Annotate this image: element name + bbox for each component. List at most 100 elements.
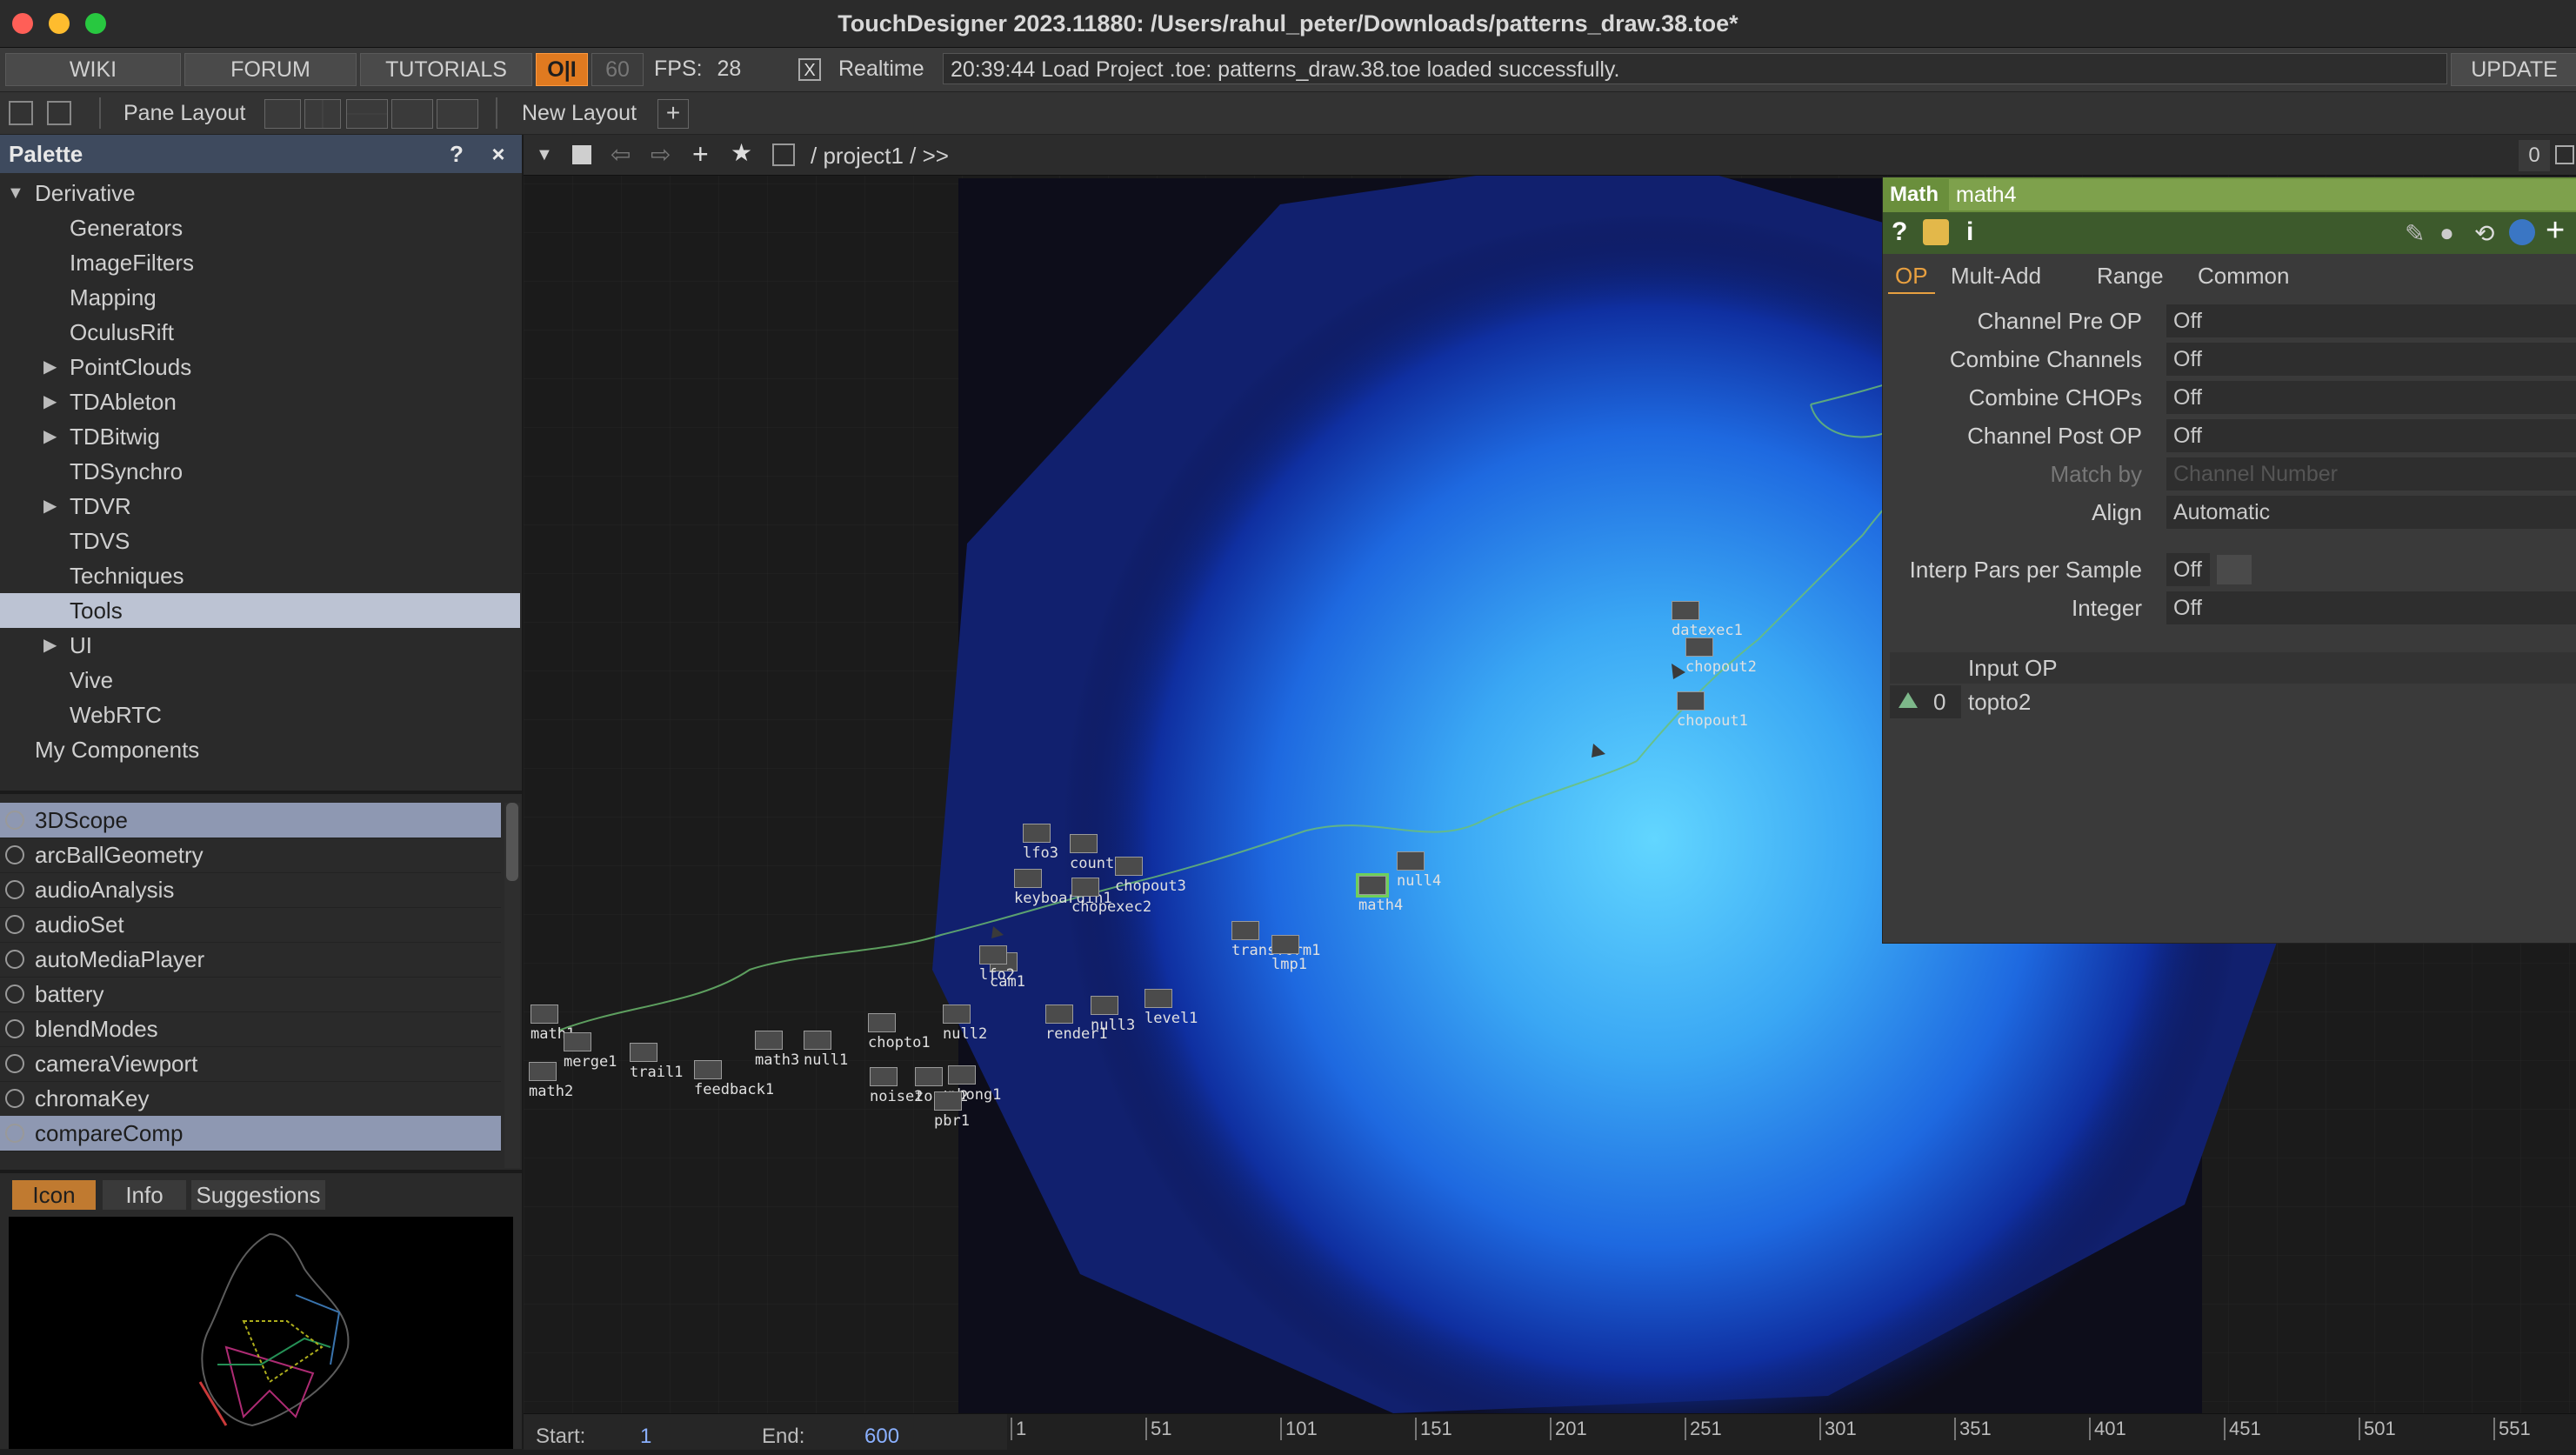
network-index-field[interactable]: 0 bbox=[2519, 140, 2550, 171]
param-value-menu[interactable]: Off bbox=[2166, 591, 2576, 624]
network-node[interactable]: chopout3 bbox=[1115, 857, 1186, 895]
home-icon[interactable] bbox=[772, 143, 795, 166]
param-value-menu[interactable]: Off bbox=[2166, 419, 2576, 452]
forward-arrow-icon[interactable]: ⇨ bbox=[651, 140, 677, 169]
param-value-menu[interactable]: Automatic bbox=[2166, 496, 2576, 529]
node-tile[interactable] bbox=[1045, 1004, 1073, 1024]
add-layout-button[interactable]: + bbox=[657, 99, 689, 129]
tree-item-imagefilters[interactable]: ImageFilters bbox=[0, 245, 520, 280]
tree-item-tdsynchro[interactable]: TDSynchro bbox=[0, 454, 520, 489]
node-tile[interactable] bbox=[1145, 989, 1172, 1008]
python-help-icon[interactable] bbox=[1923, 219, 1949, 245]
node-tile[interactable] bbox=[1071, 878, 1099, 897]
chevron-right-icon[interactable]: ▶ bbox=[43, 350, 57, 384]
network-node[interactable]: null2 bbox=[943, 1004, 987, 1043]
network-node[interactable]: level1 bbox=[1145, 989, 1198, 1027]
forum-button[interactable]: FORUM bbox=[184, 53, 357, 86]
node-tile[interactable] bbox=[1023, 824, 1051, 843]
node-tile[interactable] bbox=[1672, 601, 1699, 620]
network-node[interactable]: math4 bbox=[1356, 873, 1403, 914]
node-tile[interactable] bbox=[934, 1091, 962, 1111]
node-tile[interactable] bbox=[870, 1067, 898, 1086]
chevron-down-icon[interactable]: ▼ bbox=[7, 176, 24, 210]
component-scrollbar[interactable] bbox=[504, 803, 520, 1168]
tab-icon[interactable]: Icon bbox=[12, 1180, 96, 1210]
tree-item-generators[interactable]: Generators bbox=[0, 210, 520, 245]
tree-item-derivative[interactable]: ▼ Derivative bbox=[0, 176, 520, 210]
node-tile[interactable] bbox=[804, 1031, 831, 1050]
comment-icon[interactable]: ● bbox=[2439, 219, 2454, 247]
stop-icon[interactable] bbox=[572, 145, 591, 164]
chevron-right-icon[interactable]: ▶ bbox=[43, 489, 57, 524]
component-item[interactable]: blendModes bbox=[0, 1011, 501, 1047]
component-item[interactable]: autoMediaPlayer bbox=[0, 942, 501, 978]
fps-target-field[interactable]: 60 bbox=[591, 53, 644, 86]
palette-close-button[interactable]: × bbox=[484, 135, 513, 173]
tab-suggestions[interactable]: Suggestions bbox=[191, 1180, 325, 1210]
tab-common[interactable]: Common bbox=[2191, 259, 2296, 292]
node-tile[interactable] bbox=[531, 1004, 558, 1024]
realtime-checkbox[interactable]: X bbox=[798, 58, 821, 81]
star-icon[interactable]: ★ bbox=[731, 138, 757, 167]
tree-item-tools[interactable]: Tools bbox=[0, 593, 520, 628]
param-value-menu[interactable]: Off bbox=[2166, 381, 2576, 414]
wiki-button[interactable]: WIKI bbox=[5, 53, 181, 86]
network-node[interactable]: lfo3 bbox=[1023, 824, 1058, 862]
back-arrow-icon[interactable]: ⇦ bbox=[611, 140, 637, 169]
maximize-pane-icon[interactable] bbox=[2555, 145, 2574, 164]
node-tile[interactable] bbox=[1397, 851, 1425, 871]
tree-item-my-components[interactable]: My Components bbox=[0, 732, 520, 767]
palette-help-button[interactable]: ? bbox=[442, 135, 471, 173]
component-item[interactable]: 3DScope bbox=[0, 803, 501, 838]
end-value[interactable]: 600 bbox=[864, 1425, 899, 1449]
node-tile[interactable] bbox=[868, 1013, 896, 1032]
component-item[interactable]: arcBallGeometry bbox=[0, 838, 501, 873]
chevron-right-icon[interactable]: ▶ bbox=[43, 419, 57, 454]
toggle-switch[interactable] bbox=[2217, 555, 2252, 584]
tab-info[interactable]: Info bbox=[103, 1180, 186, 1210]
tab-range[interactable]: Range bbox=[2090, 259, 2171, 292]
chevron-down-icon[interactable]: ▼ bbox=[536, 145, 558, 166]
node-tile[interactable] bbox=[1070, 834, 1098, 853]
tree-item-oculusrift[interactable]: OculusRift bbox=[0, 315, 520, 350]
network-node[interactable]: math3 bbox=[755, 1031, 799, 1069]
network-node[interactable]: null4 bbox=[1397, 851, 1441, 890]
arrow-up-icon[interactable] bbox=[1899, 692, 1918, 708]
param-value-menu[interactable]: Channel Number bbox=[2166, 457, 2576, 491]
tab-op[interactable]: OP bbox=[1888, 259, 1935, 294]
component-item[interactable]: audioSet bbox=[0, 907, 501, 943]
node-tile[interactable] bbox=[915, 1067, 943, 1086]
network-node[interactable]: chopout2 bbox=[1685, 637, 1757, 676]
param-value-menu[interactable]: Off bbox=[2166, 553, 2210, 586]
node-tile[interactable] bbox=[630, 1043, 657, 1062]
tree-item-tdableton[interactable]: ▶ TDAbleton bbox=[0, 384, 520, 419]
node-tile[interactable] bbox=[755, 1031, 783, 1050]
layout-four-icon[interactable] bbox=[437, 99, 478, 129]
node-tile[interactable] bbox=[943, 1004, 971, 1024]
network-node[interactable]: chopto1 bbox=[868, 1013, 931, 1051]
network-node[interactable]: chopout1 bbox=[1677, 691, 1748, 730]
chevron-right-icon[interactable]: ▶ bbox=[43, 384, 57, 419]
component-item[interactable]: chromaKey bbox=[0, 1081, 501, 1117]
node-tile[interactable] bbox=[1685, 637, 1713, 657]
tree-item-pointclouds[interactable]: ▶ PointClouds bbox=[0, 350, 520, 384]
tree-item-techniques[interactable]: Techniques bbox=[0, 558, 520, 593]
chevron-right-icon[interactable]: ▶ bbox=[43, 628, 57, 663]
node-tile[interactable] bbox=[1014, 869, 1042, 888]
node-tile[interactable] bbox=[1231, 921, 1259, 940]
network-node[interactable]: trail1 bbox=[630, 1043, 683, 1081]
help-icon[interactable]: ? bbox=[1892, 217, 1907, 247]
layout-single-icon[interactable] bbox=[264, 99, 301, 129]
tree-item-webrtc[interactable]: WebRTC bbox=[0, 697, 520, 732]
network-node[interactable]: null1 bbox=[804, 1031, 848, 1069]
node-tile[interactable] bbox=[1356, 873, 1389, 898]
node-tile[interactable] bbox=[694, 1060, 722, 1079]
network-node[interactable]: math2 bbox=[529, 1062, 573, 1100]
component-item[interactable]: audioAnalysis bbox=[0, 872, 501, 908]
update-button[interactable]: UPDATE bbox=[2451, 53, 2576, 86]
network-node[interactable]: pbr1 bbox=[934, 1091, 970, 1130]
node-tile[interactable] bbox=[564, 1032, 591, 1051]
scrollbar-thumb[interactable] bbox=[506, 803, 518, 881]
network-path[interactable]: / project1 / >> bbox=[811, 140, 949, 171]
start-value[interactable]: 1 bbox=[640, 1425, 651, 1449]
